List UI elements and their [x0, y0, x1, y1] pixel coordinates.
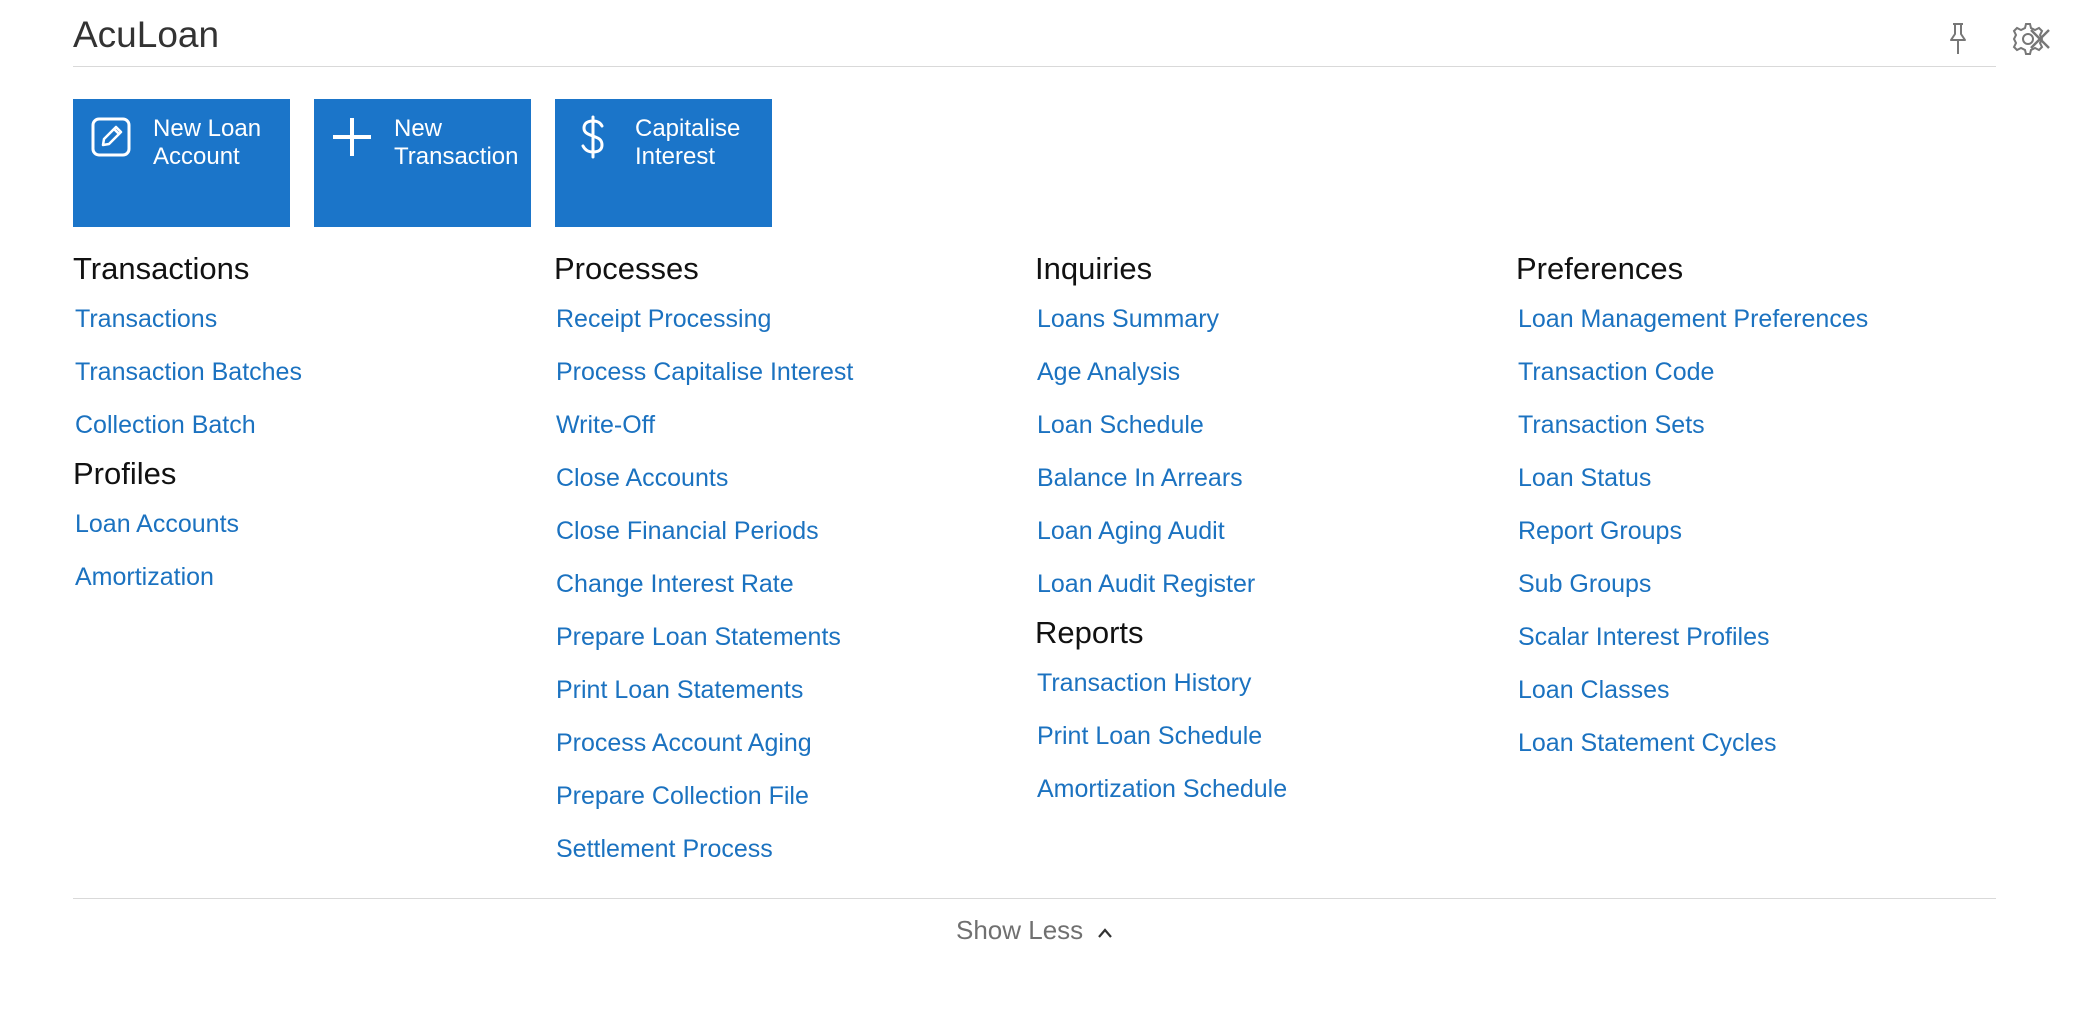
close-icon[interactable]: [2020, 19, 2060, 59]
link-transaction-sets[interactable]: Transaction Sets: [1516, 410, 1868, 463]
link-loans-summary[interactable]: Loans Summary: [1035, 304, 1287, 357]
link-loan-statement-cycles[interactable]: Loan Statement Cycles: [1516, 728, 1868, 781]
link-report-groups[interactable]: Report Groups: [1516, 516, 1868, 569]
column-inquiries-reports: Inquiries Loans Summary Age Analysis Loa…: [1035, 250, 1287, 827]
edit-icon: [89, 115, 133, 159]
link-loan-classes[interactable]: Loan Classes: [1516, 675, 1868, 728]
link-write-off[interactable]: Write-Off: [554, 410, 853, 463]
workspace-panel: AcuLoan New Loan Account New Transaction…: [0, 0, 2088, 1016]
section-title-processes: Processes: [554, 251, 699, 286]
tile-label: New Loan Account: [153, 115, 262, 170]
link-receipt-processing[interactable]: Receipt Processing: [554, 304, 853, 357]
link-balance-in-arrears[interactable]: Balance In Arrears: [1035, 463, 1287, 516]
link-loan-aging-audit[interactable]: Loan Aging Audit: [1035, 516, 1287, 569]
capitalise-interest-tile[interactable]: Capitalise Interest: [555, 99, 772, 227]
link-transaction-history[interactable]: Transaction History: [1035, 668, 1287, 721]
link-transactions[interactable]: Transactions: [73, 304, 302, 357]
link-loan-management-preferences[interactable]: Loan Management Preferences: [1516, 304, 1868, 357]
link-loan-accounts[interactable]: Loan Accounts: [73, 509, 302, 562]
link-print-loan-schedule[interactable]: Print Loan Schedule: [1035, 721, 1287, 774]
section-title-reports: Reports: [1035, 615, 1144, 650]
link-settlement-process[interactable]: Settlement Process: [554, 834, 853, 887]
link-loan-schedule[interactable]: Loan Schedule: [1035, 410, 1287, 463]
chevron-up-icon: [1097, 915, 1113, 946]
link-amortization-schedule[interactable]: Amortization Schedule: [1035, 774, 1287, 827]
dollar-icon: [571, 115, 615, 159]
column-transactions-profiles: Transactions Transactions Transaction Ba…: [73, 250, 302, 615]
link-close-accounts[interactable]: Close Accounts: [554, 463, 853, 516]
section-title-profiles: Profiles: [73, 456, 177, 491]
page-title: AcuLoan: [73, 14, 220, 55]
column-processes: Processes Receipt Processing Process Cap…: [554, 250, 853, 887]
show-less-label: Show Less: [956, 915, 1084, 945]
link-prepare-collection-file[interactable]: Prepare Collection File: [554, 781, 853, 834]
pin-icon[interactable]: [1938, 19, 1978, 59]
link-prepare-loan-statements[interactable]: Prepare Loan Statements: [554, 622, 853, 675]
new-transaction-tile[interactable]: New Transaction: [314, 99, 531, 227]
link-scalar-interest-profiles[interactable]: Scalar Interest Profiles: [1516, 622, 1868, 675]
link-print-loan-statements[interactable]: Print Loan Statements: [554, 675, 853, 728]
show-less-button[interactable]: Show Less: [956, 915, 1113, 946]
link-age-analysis[interactable]: Age Analysis: [1035, 357, 1287, 410]
section-title-transactions: Transactions: [73, 251, 250, 286]
new-loan-account-tile[interactable]: New Loan Account: [73, 99, 290, 227]
quick-action-tiles: New Loan Account New Transaction Capital…: [73, 99, 772, 227]
link-change-interest-rate[interactable]: Change Interest Rate: [554, 569, 853, 622]
link-amortization[interactable]: Amortization: [73, 562, 302, 615]
section-title-inquiries: Inquiries: [1035, 251, 1153, 286]
footer-divider: [73, 898, 1996, 899]
link-process-capitalise-interest[interactable]: Process Capitalise Interest: [554, 357, 853, 410]
link-process-account-aging[interactable]: Process Account Aging: [554, 728, 853, 781]
link-transaction-batches[interactable]: Transaction Batches: [73, 357, 302, 410]
column-preferences: Preferences Loan Management Preferences …: [1516, 250, 1868, 781]
tile-label: Capitalise Interest: [635, 115, 741, 170]
link-close-financial-periods[interactable]: Close Financial Periods: [554, 516, 853, 569]
tile-label: New Transaction: [394, 115, 519, 170]
link-sub-groups[interactable]: Sub Groups: [1516, 569, 1868, 622]
plus-icon: [330, 115, 374, 159]
workspace-header: AcuLoan: [73, 0, 2044, 67]
link-transaction-code[interactable]: Transaction Code: [1516, 357, 1868, 410]
section-title-preferences: Preferences: [1516, 251, 1684, 286]
link-loan-status[interactable]: Loan Status: [1516, 463, 1868, 516]
